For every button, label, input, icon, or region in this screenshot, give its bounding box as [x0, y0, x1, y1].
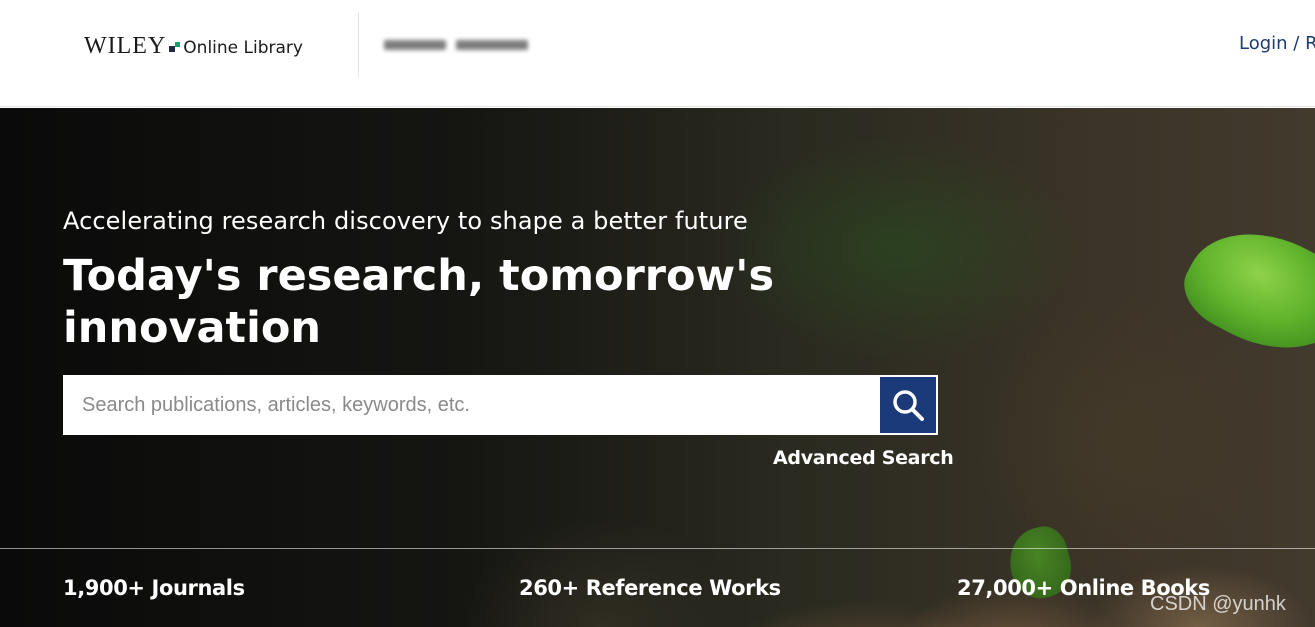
advanced-search-link[interactable]: Advanced Search	[773, 447, 954, 469]
search-bar	[63, 375, 938, 435]
logo-wordmark: WILEY	[84, 33, 167, 59]
stat-journals[interactable]: 1,900+ Journals	[63, 576, 245, 600]
site-header: WILEY Online Library Login / Register	[0, 0, 1315, 107]
leaf-image	[1171, 204, 1315, 378]
hero-divider	[0, 548, 1315, 549]
hero-tagline: Accelerating research discovery to shape…	[63, 207, 748, 235]
csdn-watermark: CSDN @yunhk	[1150, 593, 1286, 615]
hero-banner: Accelerating research discovery to shape…	[0, 108, 1315, 627]
logo-subtitle: Online Library	[183, 38, 303, 58]
search-input[interactable]	[63, 375, 879, 435]
header-divider	[358, 12, 359, 78]
login-register-link[interactable]: Login / Register	[1239, 33, 1315, 54]
wiley-logo[interactable]: WILEY Online Library	[84, 33, 303, 63]
search-icon	[893, 390, 924, 421]
logo-mark-icon	[169, 42, 181, 53]
search-button[interactable]	[880, 377, 936, 433]
hero-title: Today's research, tomorrow's innovation	[63, 251, 775, 353]
stat-reference-works[interactable]: 260+ Reference Works	[519, 576, 781, 600]
institution-name-blurred	[384, 34, 539, 56]
